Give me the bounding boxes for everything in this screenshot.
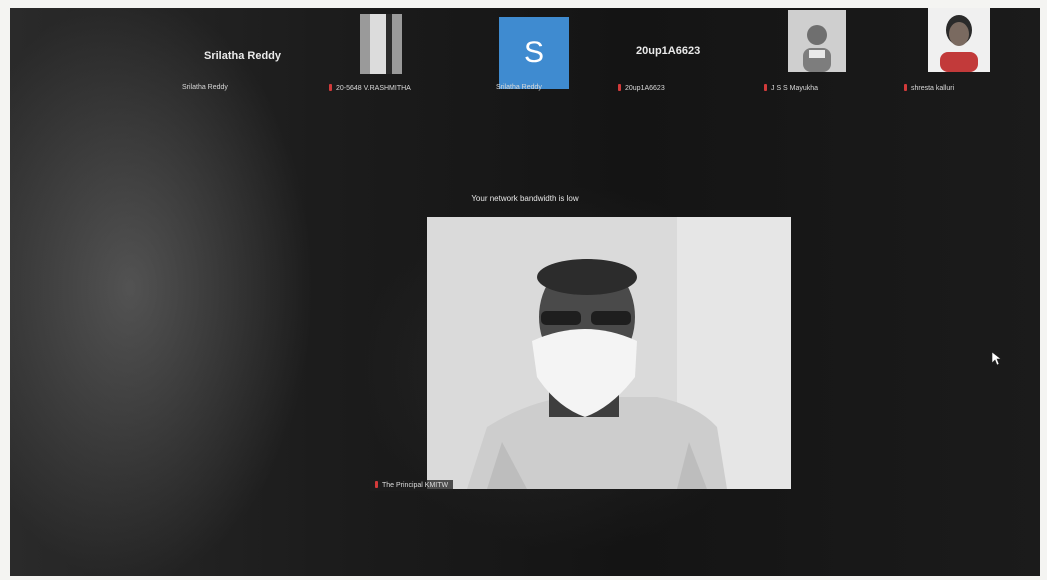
mic-muted-icon [375, 481, 378, 488]
active-speaker-name: The Principal KMITW [382, 482, 449, 489]
participant-video [928, 8, 990, 72]
participant-name-text: 20up1A6623 [625, 85, 665, 92]
participant-name-label: Srilatha Reddy [496, 84, 542, 91]
participant-video [360, 14, 402, 74]
mic-muted-icon [764, 84, 767, 91]
meeting-window: Srilatha Reddy Srilatha Reddy 20-5648 V.… [10, 8, 1040, 576]
participant-name-text: 20-5648 V.RASHMITHA [336, 85, 411, 92]
participant-video-image [788, 10, 846, 72]
participant-name-label: 20up1A6623 [618, 84, 665, 92]
mic-muted-icon [329, 84, 332, 91]
mic-muted-icon [904, 84, 907, 91]
participant-tile-rashmitha[interactable]: 20-5648 V.RASHMITHA [320, 8, 470, 98]
participant-name-label: 20-5648 V.RASHMITHA [329, 84, 411, 92]
participant-video-image [360, 14, 402, 74]
participant-name-label: Srilatha Reddy [182, 84, 228, 91]
active-speaker-video[interactable] [427, 217, 791, 489]
participant-tile-shresta-kalluri[interactable]: shresta kalluri [890, 8, 1040, 98]
participant-tile-20up1a6623[interactable]: 20up1A6623 20up1A6623 [600, 8, 750, 98]
network-bandwidth-notice: Your network bandwidth is low [471, 194, 579, 203]
participant-video-image [928, 8, 990, 72]
participant-name-text: shresta kalluri [911, 85, 955, 92]
participant-display-name: Srilatha Reddy [204, 50, 282, 62]
active-speaker-name-label: The Principal KMITW [370, 480, 454, 491]
participant-tile-mayukha[interactable]: J S S Mayukha [750, 8, 870, 98]
participant-tile-srilatha-reddy[interactable]: Srilatha Reddy Srilatha Reddy [160, 8, 320, 98]
mic-muted-icon [618, 84, 621, 91]
participant-video [788, 10, 846, 72]
mouse-cursor-icon [992, 352, 1002, 366]
participant-avatar[interactable]: S [499, 17, 569, 89]
participant-display-name: 20up1A6623 [636, 45, 701, 57]
participant-name-text: J S S Mayukha [771, 85, 819, 92]
participant-name-label: shresta kalluri [904, 84, 954, 92]
speaker-video-image [427, 217, 791, 489]
participant-name-label: J S S Mayukha [764, 84, 818, 92]
